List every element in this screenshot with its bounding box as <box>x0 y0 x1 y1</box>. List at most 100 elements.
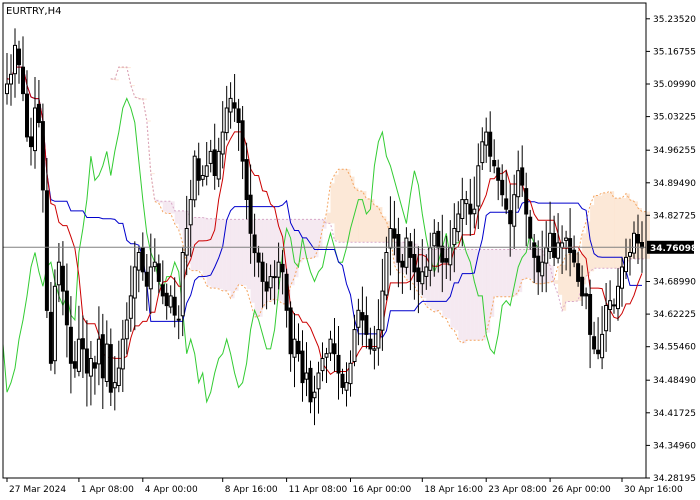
y-tick-label: 35.09990 <box>653 80 696 90</box>
chart-window[interactable]: 35.23520 35.16755 35.09990 35.03225 34.96255… <box>0 0 700 500</box>
bar-body <box>176 318 181 321</box>
cloud-segment <box>462 249 467 344</box>
x-tick-label: 8 Apr 16:00 <box>225 485 278 495</box>
bar-body <box>284 273 289 311</box>
cloud-segment <box>522 249 527 280</box>
bar-body <box>536 255 541 273</box>
bar-body <box>108 344 113 393</box>
bar-body <box>476 165 481 207</box>
bar-body <box>600 333 605 359</box>
cloud-segment <box>638 208 642 259</box>
bar-body <box>268 276 273 289</box>
bar-body <box>496 167 501 181</box>
bar-body <box>64 290 69 326</box>
cloud-segment <box>586 221 591 277</box>
cloud-segment <box>230 219 235 299</box>
bar-body <box>264 281 269 292</box>
bar-body <box>36 103 41 124</box>
bar-body <box>616 285 620 310</box>
bar-body <box>88 358 93 377</box>
bar-body <box>524 188 529 215</box>
cloud-segment <box>526 249 531 278</box>
bar-body <box>440 245 445 263</box>
bar-body <box>568 238 573 254</box>
bar-body <box>424 266 429 277</box>
bar-body <box>592 336 597 350</box>
cloud-segment <box>234 219 239 291</box>
bar-body <box>248 194 253 234</box>
y-tick-label: 35.16755 <box>653 47 696 57</box>
bar-body <box>340 373 345 388</box>
bar-body <box>376 329 381 349</box>
y-tick-label: 34.28195 <box>653 474 696 484</box>
bar-body <box>480 141 485 164</box>
bar-body <box>204 165 209 177</box>
cloud-segment <box>454 249 459 331</box>
x-tick-label: 16 Apr 00:00 <box>353 485 412 495</box>
bar-body <box>604 305 609 332</box>
bar-body <box>236 108 241 124</box>
bar-body <box>256 252 261 263</box>
bar-body <box>364 315 369 335</box>
bar-body <box>504 198 509 210</box>
bar-body <box>17 48 21 66</box>
bar-body <box>48 311 53 364</box>
current-price-label: 34.76098 <box>647 240 697 254</box>
cloud-segment <box>174 210 179 224</box>
bar-body <box>96 338 101 365</box>
bar-body <box>460 199 465 220</box>
bar-body <box>620 266 624 289</box>
x-tick-label: 26 Apr 00:00 <box>552 485 611 495</box>
bar-body <box>412 254 417 273</box>
y-tick-label: 35.23520 <box>653 15 696 25</box>
bar-body <box>200 175 205 180</box>
bar-body <box>404 237 409 268</box>
bar-body <box>444 258 449 263</box>
bar-body <box>116 367 121 387</box>
bar-body <box>388 228 393 249</box>
bar-body <box>5 83 9 95</box>
bar-body <box>464 199 469 205</box>
x-tick-label: 11 Apr 08:00 <box>289 485 348 495</box>
bar-body <box>112 382 117 389</box>
bar-body <box>596 349 601 355</box>
bar-body <box>492 160 497 167</box>
bar-body <box>21 66 25 95</box>
bar-body <box>296 340 301 355</box>
bar-body <box>272 276 277 279</box>
bar-body <box>416 267 421 282</box>
chart-canvas[interactable]: 35.23520 35.16755 35.09990 35.03225 34.96255… <box>0 0 700 500</box>
bar-body <box>380 290 385 331</box>
bar-body <box>344 382 349 391</box>
bar-body <box>576 263 581 282</box>
bar-body <box>156 263 161 282</box>
bar-body <box>308 367 313 403</box>
cloud-segment <box>350 176 355 243</box>
bar-body <box>188 199 193 226</box>
y-tick-label: 34.96255 <box>653 146 696 156</box>
cloud-segment <box>610 191 615 269</box>
bar-body <box>240 120 245 162</box>
cloud-segment <box>338 169 343 243</box>
bar-body <box>232 102 237 109</box>
cloud-segment <box>238 219 243 285</box>
bar-body <box>408 241 413 258</box>
bar-body <box>260 261 265 282</box>
cloud-segment <box>366 198 371 243</box>
bar-body <box>184 228 189 256</box>
bar-body <box>124 319 129 340</box>
bar-body <box>72 361 77 369</box>
bar-body <box>500 179 505 196</box>
cloud-segment <box>218 219 223 289</box>
bar-body <box>44 190 49 311</box>
price-bar[interactable] <box>192 150 197 208</box>
bar-body <box>540 261 545 277</box>
x-tick-label: 30 Apr 16:00 <box>624 485 683 495</box>
bar-body <box>160 284 165 297</box>
bar-body <box>9 73 13 85</box>
cloud-segment <box>594 195 599 269</box>
bar-body <box>324 353 329 358</box>
y-tick-label: 34.68990 <box>653 278 696 288</box>
cloud-segment <box>478 249 483 341</box>
x-tick-label: 1 Apr 08:00 <box>81 485 134 495</box>
